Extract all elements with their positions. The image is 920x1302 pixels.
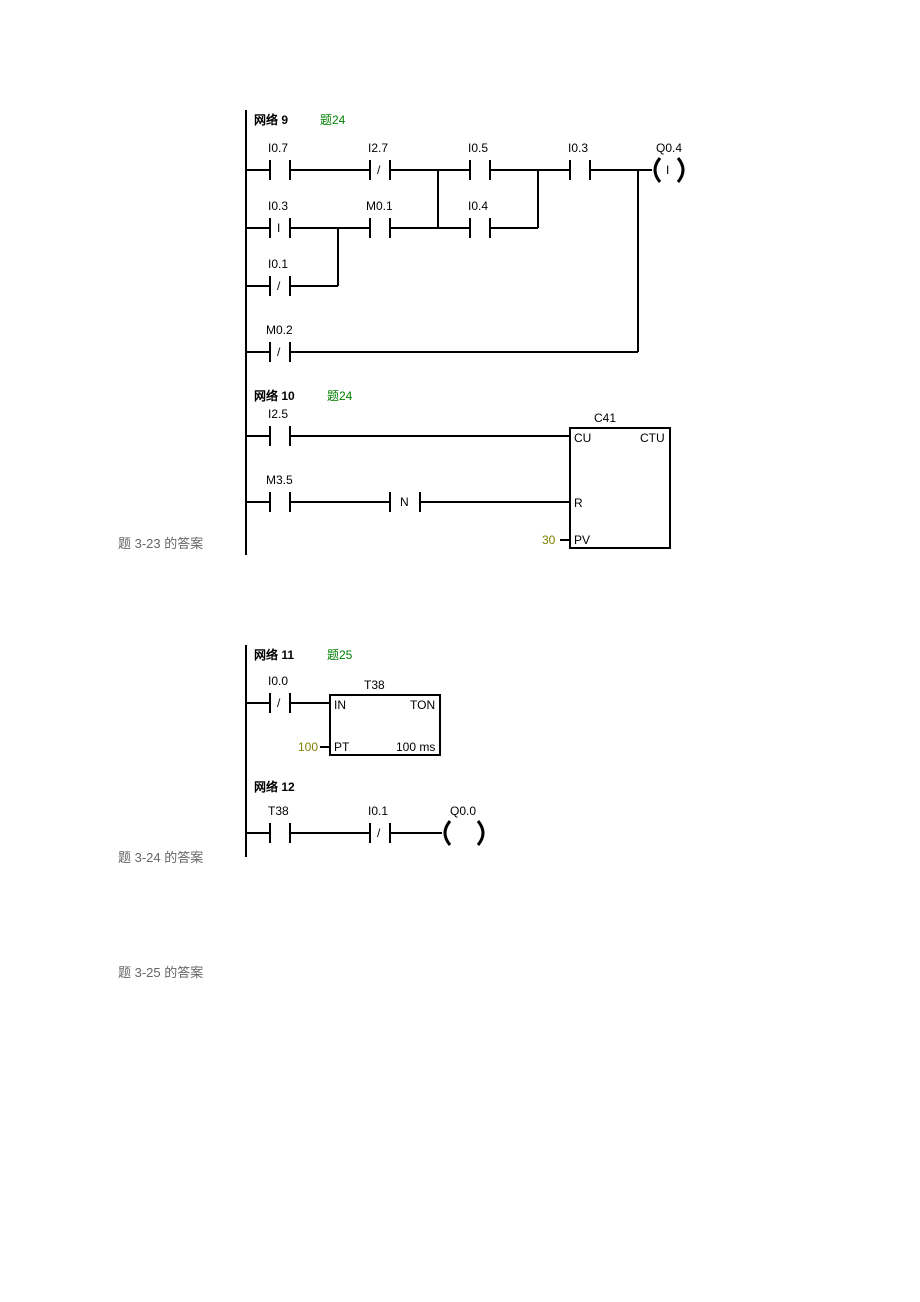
n9-r4-c1: M0.2 [266, 323, 293, 337]
n11-box-ptval: 100 [298, 740, 318, 754]
slash-icon: / [277, 279, 281, 293]
n11-box-unit: 100 ms [396, 740, 435, 754]
caption-3-24: 题 3-24 的答案 [118, 847, 203, 866]
n9-r1-c3: I0.5 [468, 141, 488, 155]
n9-r1-out: Q0.4 [656, 141, 682, 155]
n12-r1-c1: T38 [268, 804, 289, 818]
slash-icon: / [377, 163, 381, 177]
n11-box-type: TON [410, 698, 435, 712]
n9-r2-c3: I0.4 [468, 199, 488, 213]
ladder-net9-10: 网络 9 题24 I0.7 / I2.7 I0.5 I0.3 I Q0.4 I … [242, 110, 702, 560]
net10-comment: 题24 [327, 389, 353, 403]
n9-r1-c4: I0.3 [568, 141, 588, 155]
n11-r1-c1: I0.0 [268, 674, 288, 688]
caption-3-25: 题 3-25 的答案 [118, 962, 203, 981]
n10-box-pvval: 30 [542, 533, 556, 547]
immediate-mark: I [277, 221, 280, 235]
n9-r2-c2: M0.1 [366, 199, 393, 213]
n10-box-r: R [574, 496, 583, 510]
n10-r2-c1: M3.5 [266, 473, 293, 487]
n11-box-name: T38 [364, 678, 385, 692]
n10-box-type: CTU [640, 431, 665, 445]
caption-3-23: 题 3-23 的答案 [118, 533, 203, 552]
n9-r2-c1: I0.3 [268, 199, 288, 213]
net9-comment: 题24 [320, 113, 346, 127]
n9-r3-c1: I0.1 [268, 257, 288, 271]
n10-box-cu: CU [574, 431, 591, 445]
net9-title: 网络 9 [254, 112, 288, 127]
net11-comment: 题25 [327, 648, 353, 662]
n10-r1-c1: I2.5 [268, 407, 288, 421]
n11-box-pt: PT [334, 740, 350, 754]
ladder-net11-12: 网络 11 题25 / I0.0 T38 IN TON PT 100 ms 10… [242, 645, 562, 865]
n10-ntrans: N [400, 495, 409, 509]
n12-r1-c2: I0.1 [368, 804, 388, 818]
coil-immediate-mark: I [666, 163, 669, 177]
n9-r1-c2: I2.7 [368, 141, 388, 155]
n10-box-pv: PV [574, 533, 590, 547]
net12-title: 网络 12 [254, 779, 295, 794]
n12-r1-out: Q0.0 [450, 804, 476, 818]
slash-icon: / [277, 696, 281, 710]
page: 题 3-23 的答案 题 3-24 的答案 题 3-25 的答案 网络 9 题2… [0, 0, 920, 1302]
slash-icon: / [377, 826, 381, 840]
net10-title: 网络 10 [254, 388, 295, 403]
net11-title: 网络 11 [254, 647, 294, 662]
n10-box-name: C41 [594, 411, 616, 425]
slash-icon: / [277, 345, 281, 359]
n11-box-in: IN [334, 698, 346, 712]
n9-r1-c1: I0.7 [268, 141, 288, 155]
